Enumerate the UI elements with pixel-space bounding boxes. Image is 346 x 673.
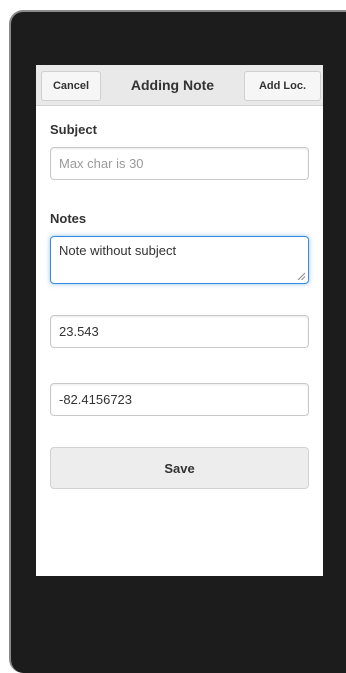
latitude-value: 23.543	[59, 324, 99, 339]
save-button-label: Save	[164, 460, 195, 476]
notes-textarea[interactable]: Note without subject	[50, 236, 309, 284]
header-bar: Cancel Adding Note Add Loc.	[36, 65, 323, 106]
longitude-input[interactable]: -82.4156723	[50, 383, 309, 416]
add-location-button[interactable]: Add Loc.	[244, 71, 321, 101]
notes-value: Note without subject	[59, 243, 177, 258]
resize-handle-icon[interactable]	[297, 272, 305, 280]
longitude-value: -82.4156723	[59, 392, 133, 407]
notes-label: Notes	[50, 211, 87, 226]
save-button[interactable]: Save	[50, 447, 309, 489]
subject-input[interactable]: Max char is 30	[50, 147, 309, 180]
latitude-input[interactable]: 23.543	[50, 315, 309, 348]
cancel-button[interactable]: Cancel	[41, 71, 101, 101]
subject-placeholder: Max char is 30	[59, 156, 144, 171]
subject-label: Subject	[50, 122, 97, 137]
cancel-button-label: Cancel	[52, 80, 90, 92]
app-screen: Cancel Adding Note Add Loc. Subject Max …	[36, 65, 323, 576]
add-location-button-label: Add Loc.	[258, 80, 307, 92]
page-title: Adding Note	[130, 77, 215, 93]
